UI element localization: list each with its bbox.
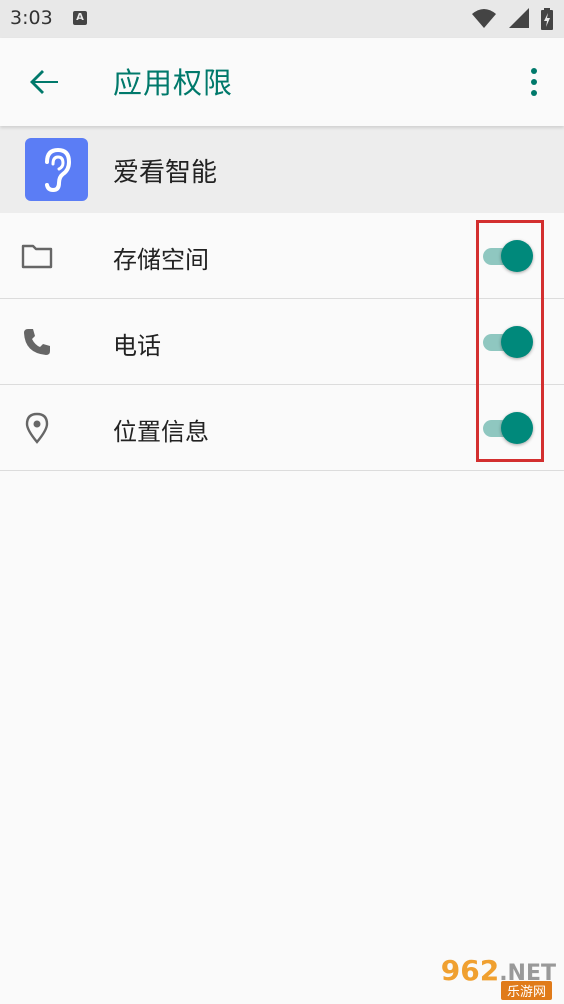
toggle-thumb <box>501 412 533 444</box>
status-icons <box>466 8 554 30</box>
watermark: 962.NET 乐游网 <box>426 954 556 1000</box>
watermark-sub: 乐游网 <box>500 981 552 1000</box>
status-time: 3:03 <box>10 7 53 29</box>
status-bar: 3:03 A <box>0 0 564 38</box>
app-header: 爱看智能 <box>0 126 564 213</box>
phone-icon <box>20 325 54 359</box>
toggle-thumb <box>501 240 533 272</box>
folder-icon <box>20 239 54 273</box>
arrow-left-icon <box>30 70 58 94</box>
wifi-icon <box>471 9 496 28</box>
signal-icon <box>508 8 529 28</box>
storage-toggle[interactable] <box>481 239 537 273</box>
notification-a-icon: A <box>73 11 87 25</box>
permission-row-location[interactable]: 位置信息 <box>0 385 564 471</box>
permission-label: 位置信息 <box>113 418 209 446</box>
permission-label: 电话 <box>113 332 161 360</box>
battery-charging-icon <box>541 8 553 30</box>
permission-list: 存储空间 电话 位置信息 <box>0 213 564 471</box>
phone-toggle[interactable] <box>481 325 537 359</box>
app-bar: 应用权限 <box>0 38 564 126</box>
ear-icon <box>45 147 72 193</box>
page-title: 应用权限 <box>113 66 234 100</box>
app-name: 爱看智能 <box>113 158 218 188</box>
location-pin-icon <box>20 411 54 445</box>
location-toggle[interactable] <box>481 411 537 445</box>
back-button[interactable] <box>24 62 64 102</box>
more-options-button[interactable] <box>524 64 544 100</box>
permission-label: 存储空间 <box>113 246 209 274</box>
permission-row-phone[interactable]: 电话 <box>0 299 564 385</box>
toggle-thumb <box>501 326 533 358</box>
permission-row-storage[interactable]: 存储空间 <box>0 213 564 299</box>
watermark-main: 962 <box>440 954 500 987</box>
app-icon <box>25 138 88 201</box>
more-vert-icon <box>531 68 537 96</box>
